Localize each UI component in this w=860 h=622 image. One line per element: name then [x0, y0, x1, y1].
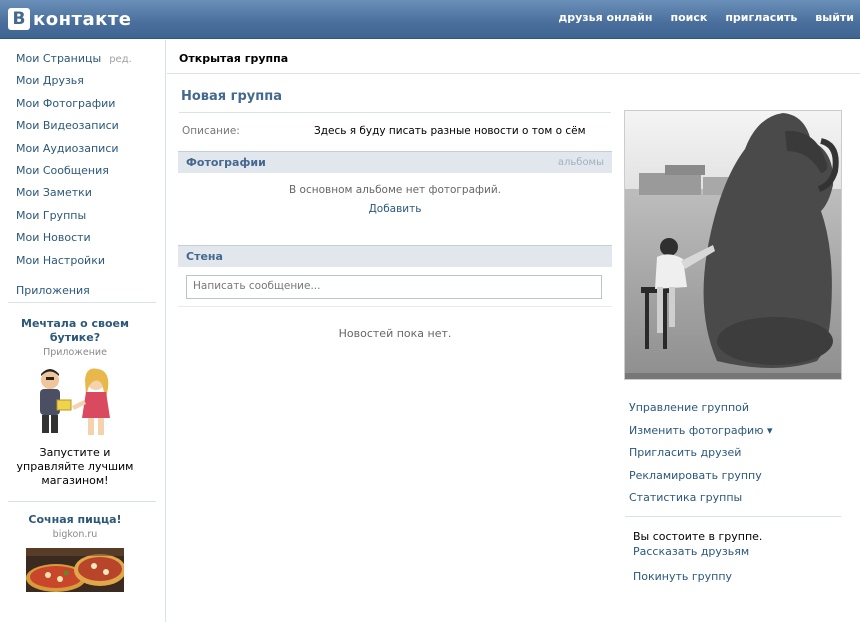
breadcrumb-bar: Открытая группа	[167, 40, 860, 74]
wall-section-header: Стена	[178, 245, 612, 267]
nav-logout[interactable]: выйти	[815, 11, 854, 24]
ad-text: Запустите и управляйте лучшим магазином!	[16, 446, 134, 487]
sidebar-item-messages[interactable]: Мои Сообщения	[16, 160, 132, 182]
photos-section-title[interactable]: Фотографии	[186, 156, 266, 169]
group-photo[interactable]	[624, 110, 842, 380]
ad-image[interactable]	[26, 548, 126, 592]
sidebar-item-notes[interactable]: Мои Заметки	[16, 182, 132, 204]
wall-empty-text: Новостей пока нет.	[338, 327, 452, 340]
ad-source: Приложение	[43, 347, 107, 358]
actions-divider	[625, 516, 841, 517]
nav-invite[interactable]: пригласить	[725, 11, 797, 24]
photos-section-header: Фотографии альбомы	[178, 151, 612, 173]
ad-source: bigkon.ru	[52, 529, 98, 540]
ad-divider	[8, 302, 156, 303]
top-header: В контакте друзья онлайн поиск пригласит…	[0, 0, 860, 39]
nav-friends-online[interactable]: друзья онлайн	[558, 11, 652, 24]
manage-group-link[interactable]: Управление группой	[629, 397, 772, 420]
nav-search[interactable]: поиск	[670, 11, 707, 24]
change-photo-link[interactable]: Изменить фотографию ▾	[629, 420, 772, 443]
page-title: Новая группа	[181, 89, 282, 104]
advertise-group-link[interactable]: Рекламировать группу	[629, 465, 772, 488]
description-label: Описание:	[182, 125, 240, 137]
group-stats-link[interactable]: Статистика группы	[629, 487, 772, 510]
sidebar-nav: Мои Страницы ред. Мои Друзья Мои Фотограф…	[16, 48, 132, 302]
sidebar-item-my-page[interactable]: Мои Страницы ред.	[16, 48, 132, 70]
ad-title[interactable]: Мечтала о своем бутике?	[6, 317, 144, 345]
wall-post-input[interactable]: Написать сообщение...	[186, 275, 602, 299]
sidebar-item-groups[interactable]: Мои Группы	[16, 205, 132, 227]
ad-divider	[8, 501, 156, 502]
wall-divider	[178, 306, 612, 307]
sidebar-item-audio[interactable]: Мои Аудиозаписи	[16, 138, 132, 160]
sidebar-item-settings[interactable]: Мои Настройки	[16, 250, 132, 272]
membership-status: Вы состоите в группе.	[633, 530, 763, 543]
sidebar-item-apps[interactable]: Приложения	[16, 280, 132, 302]
tell-friends-link[interactable]: Рассказать друзьям	[633, 545, 749, 558]
ad-pizza[interactable]: Сочная пицца! bigkon.ru	[6, 513, 144, 600]
main-content: Открытая группа Новая группа Описание: З…	[167, 40, 860, 622]
sidebar-item-label: Мои Страницы	[16, 52, 102, 65]
add-photo-link[interactable]: Добавить	[178, 203, 612, 215]
group-actions: Управление группой Изменить фотографию ▾…	[629, 397, 772, 510]
leave-group-link[interactable]: Покинуть группу	[633, 570, 732, 583]
logo-letter: В	[8, 8, 30, 30]
ad-boutique[interactable]: Мечтала о своем бутике? Приложение Запус…	[6, 317, 144, 488]
pizza-image	[26, 548, 126, 592]
left-sidebar: Мои Страницы ред. Мои Друзья Мои Фотограф…	[0, 40, 166, 622]
albums-link[interactable]: альбомы	[558, 157, 604, 168]
logo-text: контакте	[33, 8, 132, 30]
sidebar-item-friends[interactable]: Мои Друзья	[16, 70, 132, 92]
sidebar-item-news[interactable]: Мои Новости	[16, 227, 132, 249]
ad-image[interactable]	[26, 366, 124, 438]
top-nav: друзья онлайн поиск пригласить выйти	[558, 11, 854, 24]
sidebar-item-photos[interactable]: Мои Фотографии	[16, 93, 132, 115]
wall-section-title[interactable]: Стена	[186, 250, 223, 263]
ad-title[interactable]: Сочная пицца!	[6, 513, 144, 527]
photos-empty-text: В основном альбоме нет фотографий.	[288, 184, 501, 196]
edit-link[interactable]: ред.	[109, 54, 132, 65]
breadcrumb: Открытая группа	[179, 52, 289, 65]
description-value: Здесь я буду писать разные новости о том…	[314, 125, 586, 137]
title-divider	[179, 112, 611, 113]
elephant-photo-image	[625, 111, 841, 379]
invite-friends-link[interactable]: Пригласить друзей	[629, 442, 772, 465]
sidebar-separator	[16, 272, 132, 280]
ad-cartoon-image	[26, 366, 124, 438]
vk-logo[interactable]: В контакте	[8, 6, 131, 32]
sidebar-item-videos[interactable]: Мои Видеозаписи	[16, 115, 132, 137]
